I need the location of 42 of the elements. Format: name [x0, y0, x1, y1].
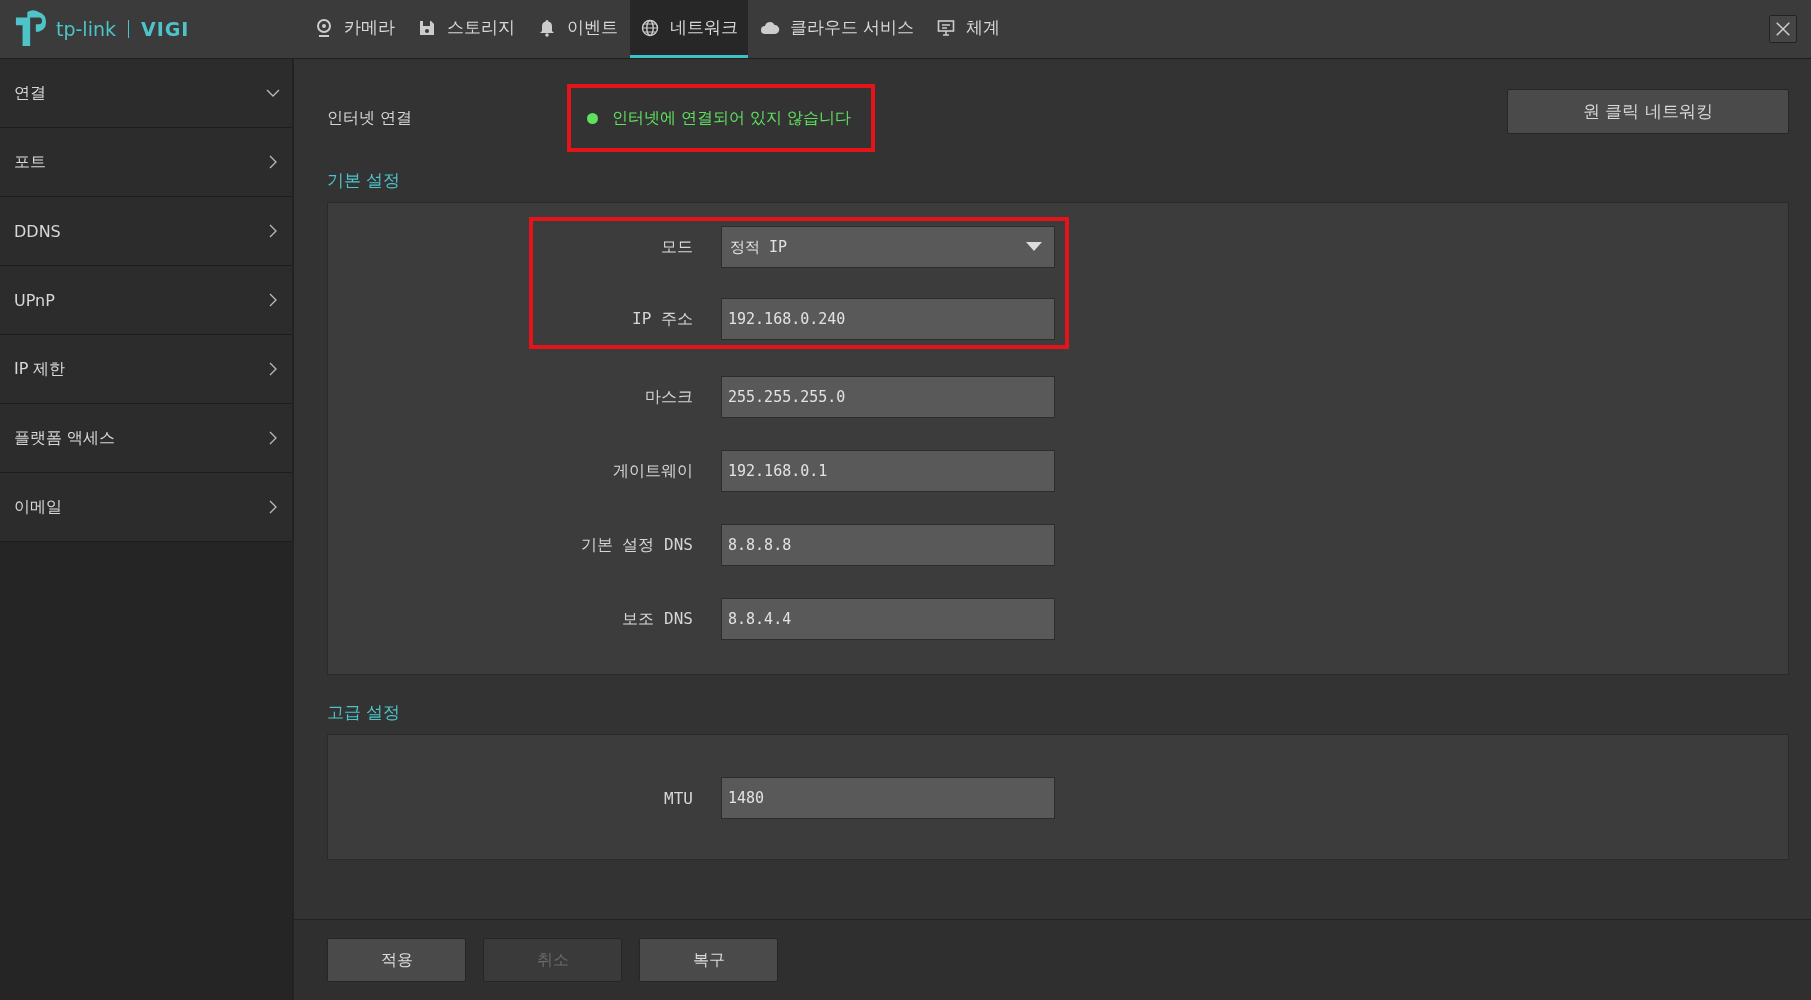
- input-field[interactable]: 8.8.4.4: [721, 598, 1055, 640]
- sidebar-item[interactable]: 연결: [0, 59, 292, 128]
- globe-icon: [640, 17, 660, 38]
- input-field[interactable]: 192.168.0.1: [721, 450, 1055, 492]
- input-field[interactable]: 1480: [721, 777, 1055, 819]
- footer-button[interactable]: 복구: [639, 938, 778, 982]
- sidebar-item[interactable]: 포트: [0, 128, 292, 197]
- field-label: 인터넷 연결: [327, 107, 414, 129]
- status-text: 인터넷에 연결되어 있지 않습니다: [612, 107, 852, 129]
- nav-tab[interactable]: 클라우드 서비스: [750, 0, 925, 58]
- field-label: 마스크: [644, 386, 693, 408]
- footer-button[interactable]: 적용: [327, 938, 466, 982]
- field-label: 모드: [660, 236, 693, 258]
- sidebar-item[interactable]: IP 제한: [0, 335, 292, 404]
- sidebar-item[interactable]: 플랫폼 액세스: [0, 404, 292, 473]
- dropdown[interactable]: 정적 IP: [721, 226, 1055, 268]
- nav-tab[interactable]: 체계: [926, 0, 1011, 58]
- field-label: 기본 설정 DNS: [579, 534, 693, 556]
- camera-icon: [314, 17, 334, 38]
- field-label: 보조 DNS: [621, 608, 693, 630]
- nav-tab[interactable]: 네트워크: [630, 0, 748, 58]
- nav-tab[interactable]: 스토리지: [407, 0, 525, 58]
- input-field[interactable]: 255.255.255.0: [721, 376, 1055, 418]
- brand-name: tp-link: [56, 18, 116, 40]
- sidebar-item[interactable]: DDNS: [0, 197, 292, 266]
- field-label: MTU: [663, 788, 693, 808]
- close-icon: [1774, 20, 1792, 38]
- input-field[interactable]: 8.8.8.8: [721, 524, 1055, 566]
- nav-tab[interactable]: 카메라: [304, 0, 405, 58]
- sidebar-item[interactable]: 이메일: [0, 473, 292, 542]
- sidebar-item[interactable]: UPnP: [0, 266, 292, 335]
- close-button[interactable]: [1769, 15, 1797, 43]
- field-label: 게이트웨이: [612, 460, 693, 482]
- dropdown-arrow-icon: [1026, 242, 1042, 252]
- section-title: 기본 설정: [327, 169, 402, 192]
- nav-tab[interactable]: 이벤트: [527, 0, 628, 58]
- one-click-button[interactable]: 원 클릭 네트워킹: [1507, 88, 1789, 134]
- section-title: 고급 설정: [327, 701, 402, 724]
- field-label: IP 주소: [631, 308, 693, 330]
- input-field[interactable]: 192.168.0.240: [721, 298, 1055, 340]
- monitor-icon: [936, 17, 957, 38]
- product-name: VIGI: [140, 18, 190, 40]
